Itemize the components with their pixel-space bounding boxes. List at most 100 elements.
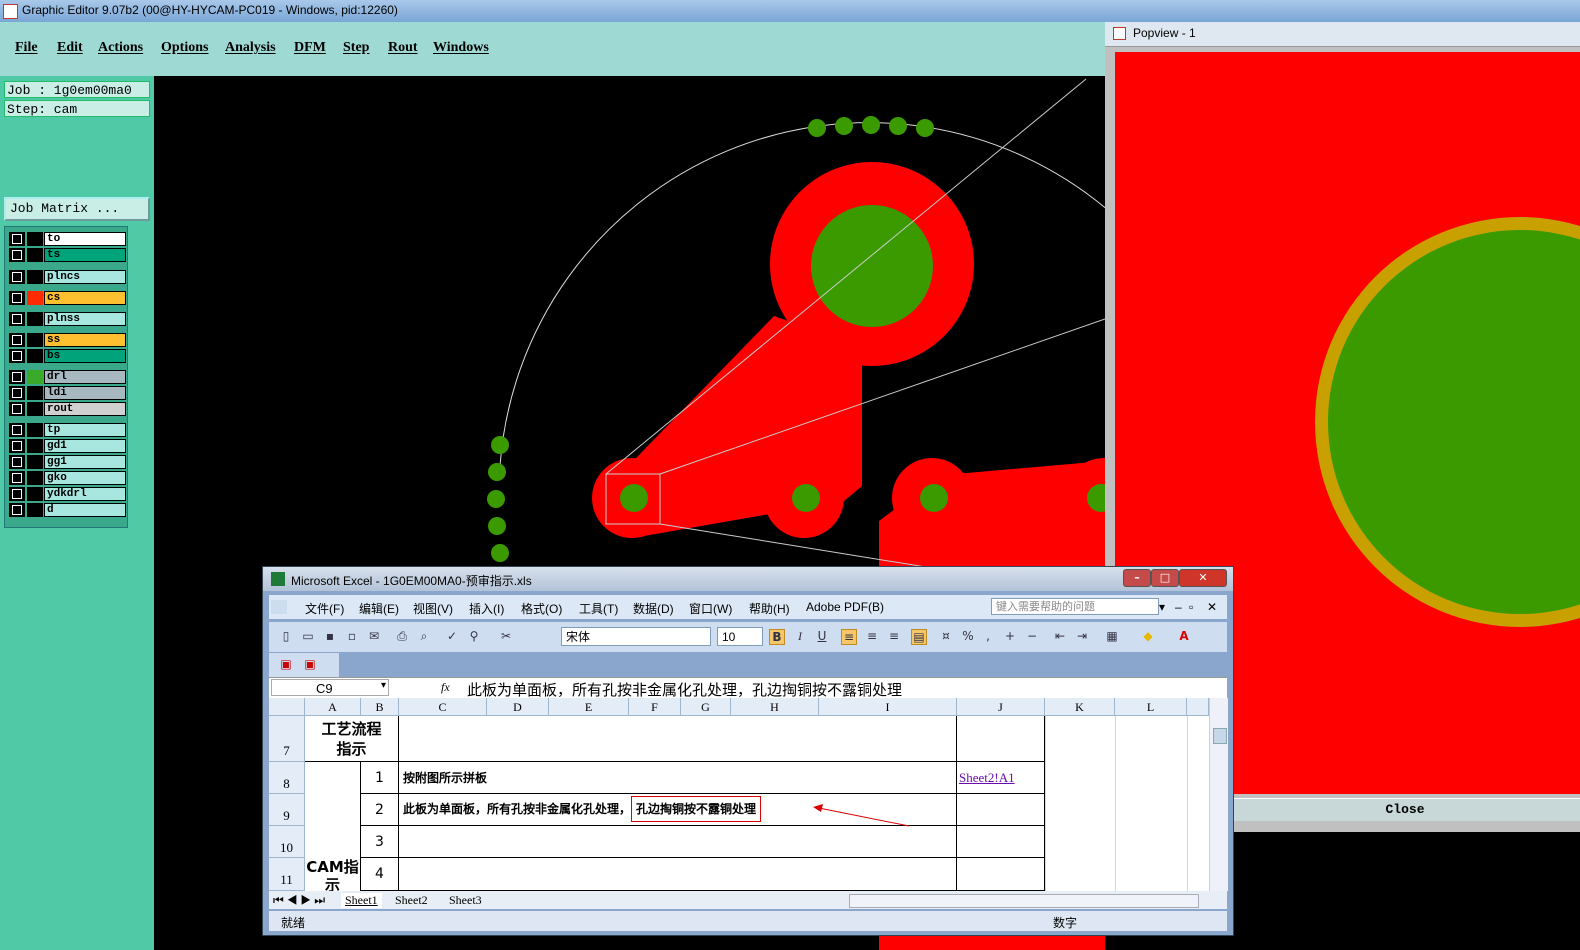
layer-name[interactable]: ts	[44, 248, 126, 262]
print-icon[interactable]: ⎙	[395, 629, 409, 643]
col-header-i[interactable]: I	[819, 698, 957, 716]
percent-icon[interactable]: %	[961, 629, 975, 643]
layer-color-swatch[interactable]	[27, 423, 43, 437]
layer-name[interactable]: ss	[44, 333, 126, 347]
menu-windows[interactable]: Windows	[433, 40, 489, 56]
vertical-scrollbar[interactable]	[1209, 698, 1228, 891]
tab-nav-icons[interactable]: ⏮ ◀ ▶ ⏭	[273, 893, 325, 908]
excel-menu-tools[interactable]: 工具(T)	[579, 600, 618, 617]
cell-c7[interactable]	[399, 716, 957, 762]
row-header-8[interactable]: 8	[269, 762, 305, 794]
fx-icon[interactable]: fx	[441, 680, 450, 695]
layer-color-swatch[interactable]	[27, 439, 43, 453]
layer-checkbox[interactable]	[12, 473, 22, 483]
layer-name[interactable]: bs	[44, 349, 126, 363]
layer-checkbox[interactable]	[12, 489, 22, 499]
italic-icon[interactable]: I	[793, 629, 807, 643]
layer-name[interactable]: gko	[44, 471, 126, 485]
layer-row-plnss[interactable]: plnss	[9, 312, 126, 326]
menu-analysis[interactable]: Analysis	[225, 40, 276, 56]
layer-color-swatch[interactable]	[27, 503, 43, 517]
col-header-f[interactable]: F	[629, 698, 681, 716]
layer-row-plncs[interactable]: plncs	[9, 270, 126, 284]
cell-b8[interactable]: 1	[361, 762, 399, 794]
decrease-decimal-icon[interactable]: −	[1025, 629, 1039, 643]
increase-decimal-icon[interactable]: +	[1003, 629, 1017, 643]
layer-row-cs[interactable]: cs	[9, 291, 126, 305]
layer-color-swatch[interactable]	[27, 349, 43, 363]
font-name-select[interactable]: 宋体	[561, 627, 711, 646]
col-header-b[interactable]: B	[361, 698, 399, 716]
layer-name[interactable]: ydkdrl	[44, 487, 126, 501]
col-header-k[interactable]: K	[1045, 698, 1115, 716]
cell-a8-cam[interactable]: CAM指示	[305, 762, 361, 891]
scroll-thumb[interactable]	[1213, 728, 1227, 744]
excel-doc-icon[interactable]	[271, 600, 287, 614]
minimize-button[interactable]: –	[1123, 569, 1151, 587]
name-box-dropdown-icon[interactable]: ▾	[381, 680, 386, 691]
currency-icon[interactable]: ¤	[939, 629, 953, 643]
layer-name[interactable]: drl	[44, 370, 126, 384]
layer-checkbox[interactable]	[12, 388, 22, 398]
cell-j9[interactable]	[957, 794, 1045, 826]
font-size-select[interactable]: 10	[717, 627, 763, 646]
layer-row-ts[interactable]: ts	[9, 248, 126, 262]
layer-name[interactable]: to	[44, 232, 126, 246]
excel-menu-format[interactable]: 格式(O)	[521, 600, 562, 617]
layer-name[interactable]: gd1	[44, 439, 126, 453]
layer-color-swatch[interactable]	[27, 402, 43, 416]
formula-content[interactable]: 此板为单面板，所有孔按非金属化孔处理，孔边掏铜按不露铜处理	[467, 679, 902, 700]
cell-b11[interactable]: 4	[361, 858, 399, 891]
menu-file[interactable]: File	[15, 40, 38, 56]
maximize-button[interactable]: □	[1151, 569, 1179, 587]
layer-checkbox[interactable]	[12, 314, 22, 324]
help-dropdown-icon[interactable]: ▾	[1159, 600, 1165, 614]
permission-icon[interactable]: ▫	[345, 629, 359, 643]
layer-checkbox[interactable]	[12, 441, 22, 451]
col-header-h[interactable]: H	[731, 698, 819, 716]
col-header-a[interactable]: A	[305, 698, 361, 716]
layer-row-bs[interactable]: bs	[9, 349, 126, 363]
cell-j10[interactable]	[957, 826, 1045, 858]
layer-color-swatch[interactable]	[27, 333, 43, 347]
font-color-icon[interactable]: A	[1177, 629, 1191, 643]
save-icon[interactable]: ▪	[323, 629, 337, 643]
cell-b9[interactable]: 2	[361, 794, 399, 826]
layer-checkbox[interactable]	[12, 425, 22, 435]
underline-icon[interactable]: U	[815, 629, 829, 643]
layer-checkbox[interactable]	[12, 505, 22, 515]
layer-color-swatch[interactable]	[27, 270, 43, 284]
align-left-icon[interactable]: ≡	[841, 629, 857, 645]
cut-icon[interactable]: ✂	[499, 629, 513, 643]
layer-row-tp[interactable]: tp	[9, 423, 126, 437]
convert-to-pdf-icon[interactable]: ▣	[279, 657, 293, 671]
increase-indent-icon[interactable]: ⇥	[1075, 629, 1089, 643]
doc-restore-icon[interactable]: ▫	[1189, 600, 1193, 614]
open-icon[interactable]: ▭	[301, 629, 315, 643]
decrease-indent-icon[interactable]: ⇤	[1053, 629, 1067, 643]
layer-checkbox[interactable]	[12, 234, 22, 244]
pdf-email-icon[interactable]: ▣	[303, 657, 317, 671]
layer-color-swatch[interactable]	[27, 487, 43, 501]
layer-row-d[interactable]: d	[9, 503, 126, 517]
col-header-g[interactable]: G	[681, 698, 731, 716]
layer-color-swatch[interactable]	[27, 312, 43, 326]
email-icon[interactable]: ✉	[367, 629, 381, 643]
layer-row-to[interactable]: to	[9, 232, 126, 246]
layer-color-swatch[interactable]	[27, 248, 43, 262]
merge-center-icon[interactable]: ▤	[911, 629, 927, 645]
fill-color-icon[interactable]: ◆	[1141, 629, 1155, 643]
layer-row-gd1[interactable]: gd1	[9, 439, 126, 453]
layer-color-swatch[interactable]	[27, 455, 43, 469]
layer-row-gg1[interactable]: gg1	[9, 455, 126, 469]
spreadsheet-grid[interactable]: A B C D E F G H I J K L 7 8 9 10 11 工艺流程…	[269, 698, 1209, 891]
cell-a7[interactable]: 工艺流程指示	[305, 716, 399, 762]
align-right-icon[interactable]: ≡	[887, 629, 901, 643]
doc-minimize-icon[interactable]: –	[1175, 600, 1182, 614]
col-header-e[interactable]: E	[549, 698, 629, 716]
cell-j11[interactable]	[957, 858, 1045, 891]
horizontal-scrollbar[interactable]	[849, 894, 1199, 908]
layer-checkbox[interactable]	[12, 335, 22, 345]
excel-menu-view[interactable]: 视图(V)	[413, 600, 453, 617]
layer-name[interactable]: plnss	[44, 312, 126, 326]
